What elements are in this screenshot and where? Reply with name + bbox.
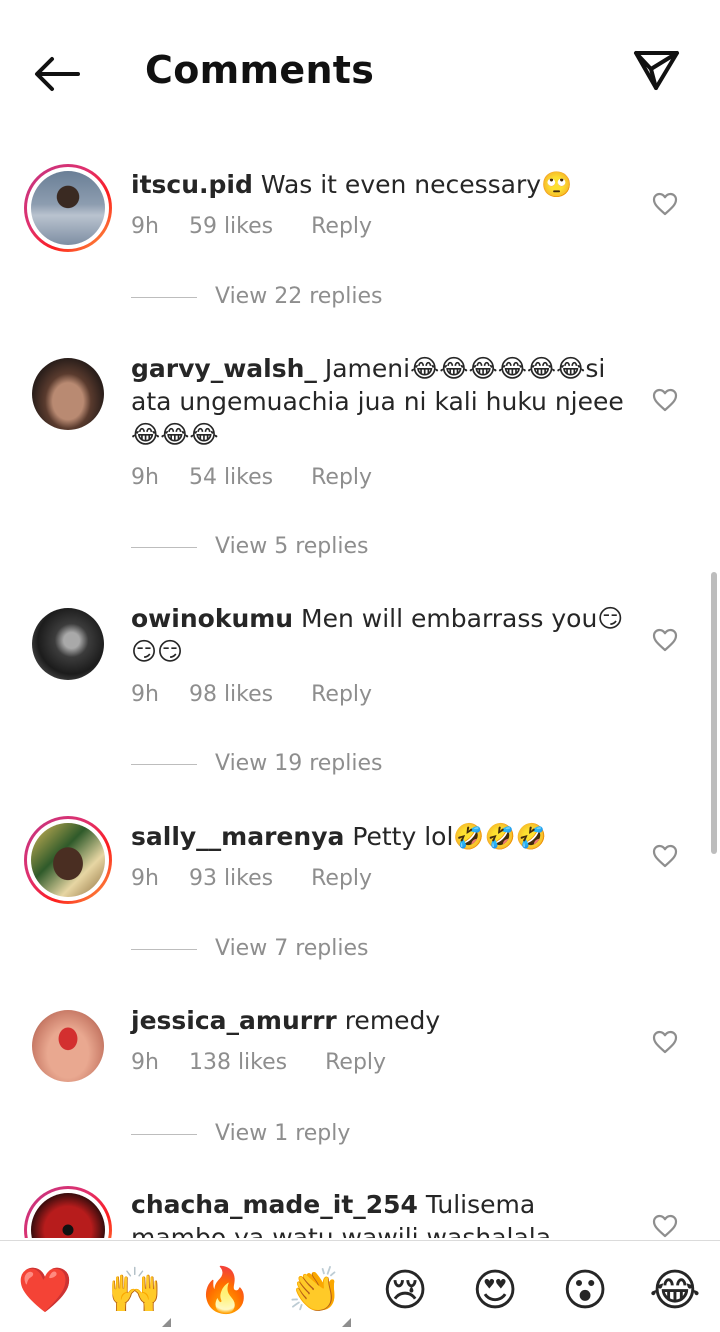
fire-emoji-icon[interactable]: 🔥 [197, 1263, 253, 1319]
crying-face-emoji-icon[interactable]: 😢 [377, 1263, 433, 1319]
comment-time: 9h [131, 866, 159, 891]
avatar[interactable] [24, 1186, 112, 1238]
comment-body: Was it even necessary🙄 [260, 170, 573, 199]
comment-likes[interactable]: 59 likes [189, 214, 273, 239]
comment-text: garvy_walsh_ Jameni😂😂😂😂😂😂si ata ungemuac… [131, 352, 631, 451]
view-replies-label: View 7 replies [215, 936, 369, 961]
comment-time: 9h [131, 465, 159, 490]
comment-username[interactable]: sally__marenya [131, 822, 344, 851]
replies-divider-line [131, 948, 197, 950]
paper-plane-icon[interactable] [630, 46, 682, 94]
clapping-hands-emoji-icon[interactable]: 👏 [287, 1263, 351, 1327]
comment-body: remedy [344, 1006, 441, 1035]
reply-button[interactable]: Reply [311, 866, 372, 891]
header-bar: Comments [0, 0, 720, 140]
view-replies-button[interactable]: View 1 reply [131, 1121, 350, 1146]
comment-text: owinokumu Men will embarrass you😏😏😏 [131, 602, 631, 668]
comment-username[interactable]: chacha_made_it_254 [131, 1190, 418, 1219]
view-replies-button[interactable]: View 19 replies [131, 751, 382, 776]
scrollbar-thumb[interactable] [711, 572, 717, 854]
heart-outline-icon[interactable] [652, 628, 678, 652]
emoji-glyph: 🙌 [107, 1265, 163, 1316]
comment-meta: 9h 138 likes Reply [131, 1050, 386, 1075]
avatar[interactable] [24, 350, 112, 438]
emoji-glyph: 👏 [287, 1265, 343, 1316]
heart-eyes-emoji-icon[interactable]: 😍 [467, 1263, 523, 1319]
heart-outline-icon[interactable] [652, 1214, 678, 1238]
comment-text: chacha_made_it_254 Tulisema mambo ya wat… [131, 1188, 631, 1238]
reply-button[interactable]: Reply [311, 214, 372, 239]
raising-hands-emoji-icon[interactable]: 🙌 [107, 1263, 171, 1327]
red-heart-emoji-icon[interactable]: ❤️ [17, 1263, 73, 1319]
comment-meta: 9h 59 likes Reply [131, 214, 372, 239]
comment-likes[interactable]: 138 likes [189, 1050, 287, 1075]
view-replies-button[interactable]: View 5 replies [131, 534, 368, 559]
comment-text: sally__marenya Petty lol🤣🤣🤣 [131, 820, 631, 853]
back-arrow-icon[interactable] [28, 52, 84, 96]
comment-meta: 9h 93 likes Reply [131, 866, 372, 891]
comment-time: 9h [131, 1050, 159, 1075]
avatar[interactable] [24, 164, 112, 252]
replies-divider-line [131, 296, 197, 298]
reply-button[interactable]: Reply [311, 465, 372, 490]
view-replies-label: View 5 replies [215, 534, 369, 559]
reply-button[interactable]: Reply [311, 682, 372, 707]
comment-meta: 9h 54 likes Reply [131, 465, 372, 490]
astonished-face-emoji-icon[interactable]: 😮 [557, 1263, 613, 1319]
replies-divider-line [131, 763, 197, 765]
comment-likes[interactable]: 54 likes [189, 465, 273, 490]
comment-text: jessica_amurrr remedy [131, 1004, 631, 1037]
comment-body: Petty lol🤣🤣🤣 [352, 822, 547, 851]
comments-list[interactable]: itscu.pid Was it even necessary🙄 9h 59 li… [0, 140, 720, 1238]
comment-likes[interactable]: 93 likes [189, 866, 273, 891]
view-replies-label: View 19 replies [215, 751, 383, 776]
avatar[interactable] [24, 1002, 112, 1090]
heart-outline-icon[interactable] [652, 192, 678, 216]
heart-outline-icon[interactable] [652, 844, 678, 868]
skin-tone-indicator-icon [162, 1318, 171, 1327]
view-replies-button[interactable]: View 22 replies [131, 284, 382, 309]
comment-likes[interactable]: 98 likes [189, 682, 273, 707]
page-title: Comments [145, 48, 375, 92]
comment-time: 9h [131, 214, 159, 239]
replies-divider-line [131, 546, 197, 548]
comment-username[interactable]: owinokumu [131, 604, 293, 633]
comment-username[interactable]: garvy_walsh_ [131, 354, 317, 383]
avatar[interactable] [24, 600, 112, 688]
comment-username[interactable]: jessica_amurrr [131, 1006, 337, 1035]
comment-meta: 9h 98 likes Reply [131, 682, 372, 707]
reply-button[interactable]: Reply [325, 1050, 386, 1075]
view-replies-label: View 22 replies [215, 284, 383, 309]
comment-text: itscu.pid Was it even necessary🙄 [131, 168, 631, 201]
comment-username[interactable]: itscu.pid [131, 170, 253, 199]
heart-outline-icon[interactable] [652, 1030, 678, 1054]
comment-time: 9h [131, 682, 159, 707]
heart-outline-icon[interactable] [652, 388, 678, 412]
skin-tone-indicator-icon [342, 1318, 351, 1327]
view-replies-label: View 1 reply [215, 1121, 351, 1146]
view-replies-button[interactable]: View 7 replies [131, 936, 368, 961]
tears-of-joy-emoji-icon[interactable]: 😂 [647, 1263, 703, 1319]
emoji-reaction-bar: ❤️ 🙌 🔥 👏 😢 😍 😮 😂 [0, 1240, 720, 1332]
replies-divider-line [131, 1133, 197, 1135]
avatar[interactable] [24, 816, 112, 904]
